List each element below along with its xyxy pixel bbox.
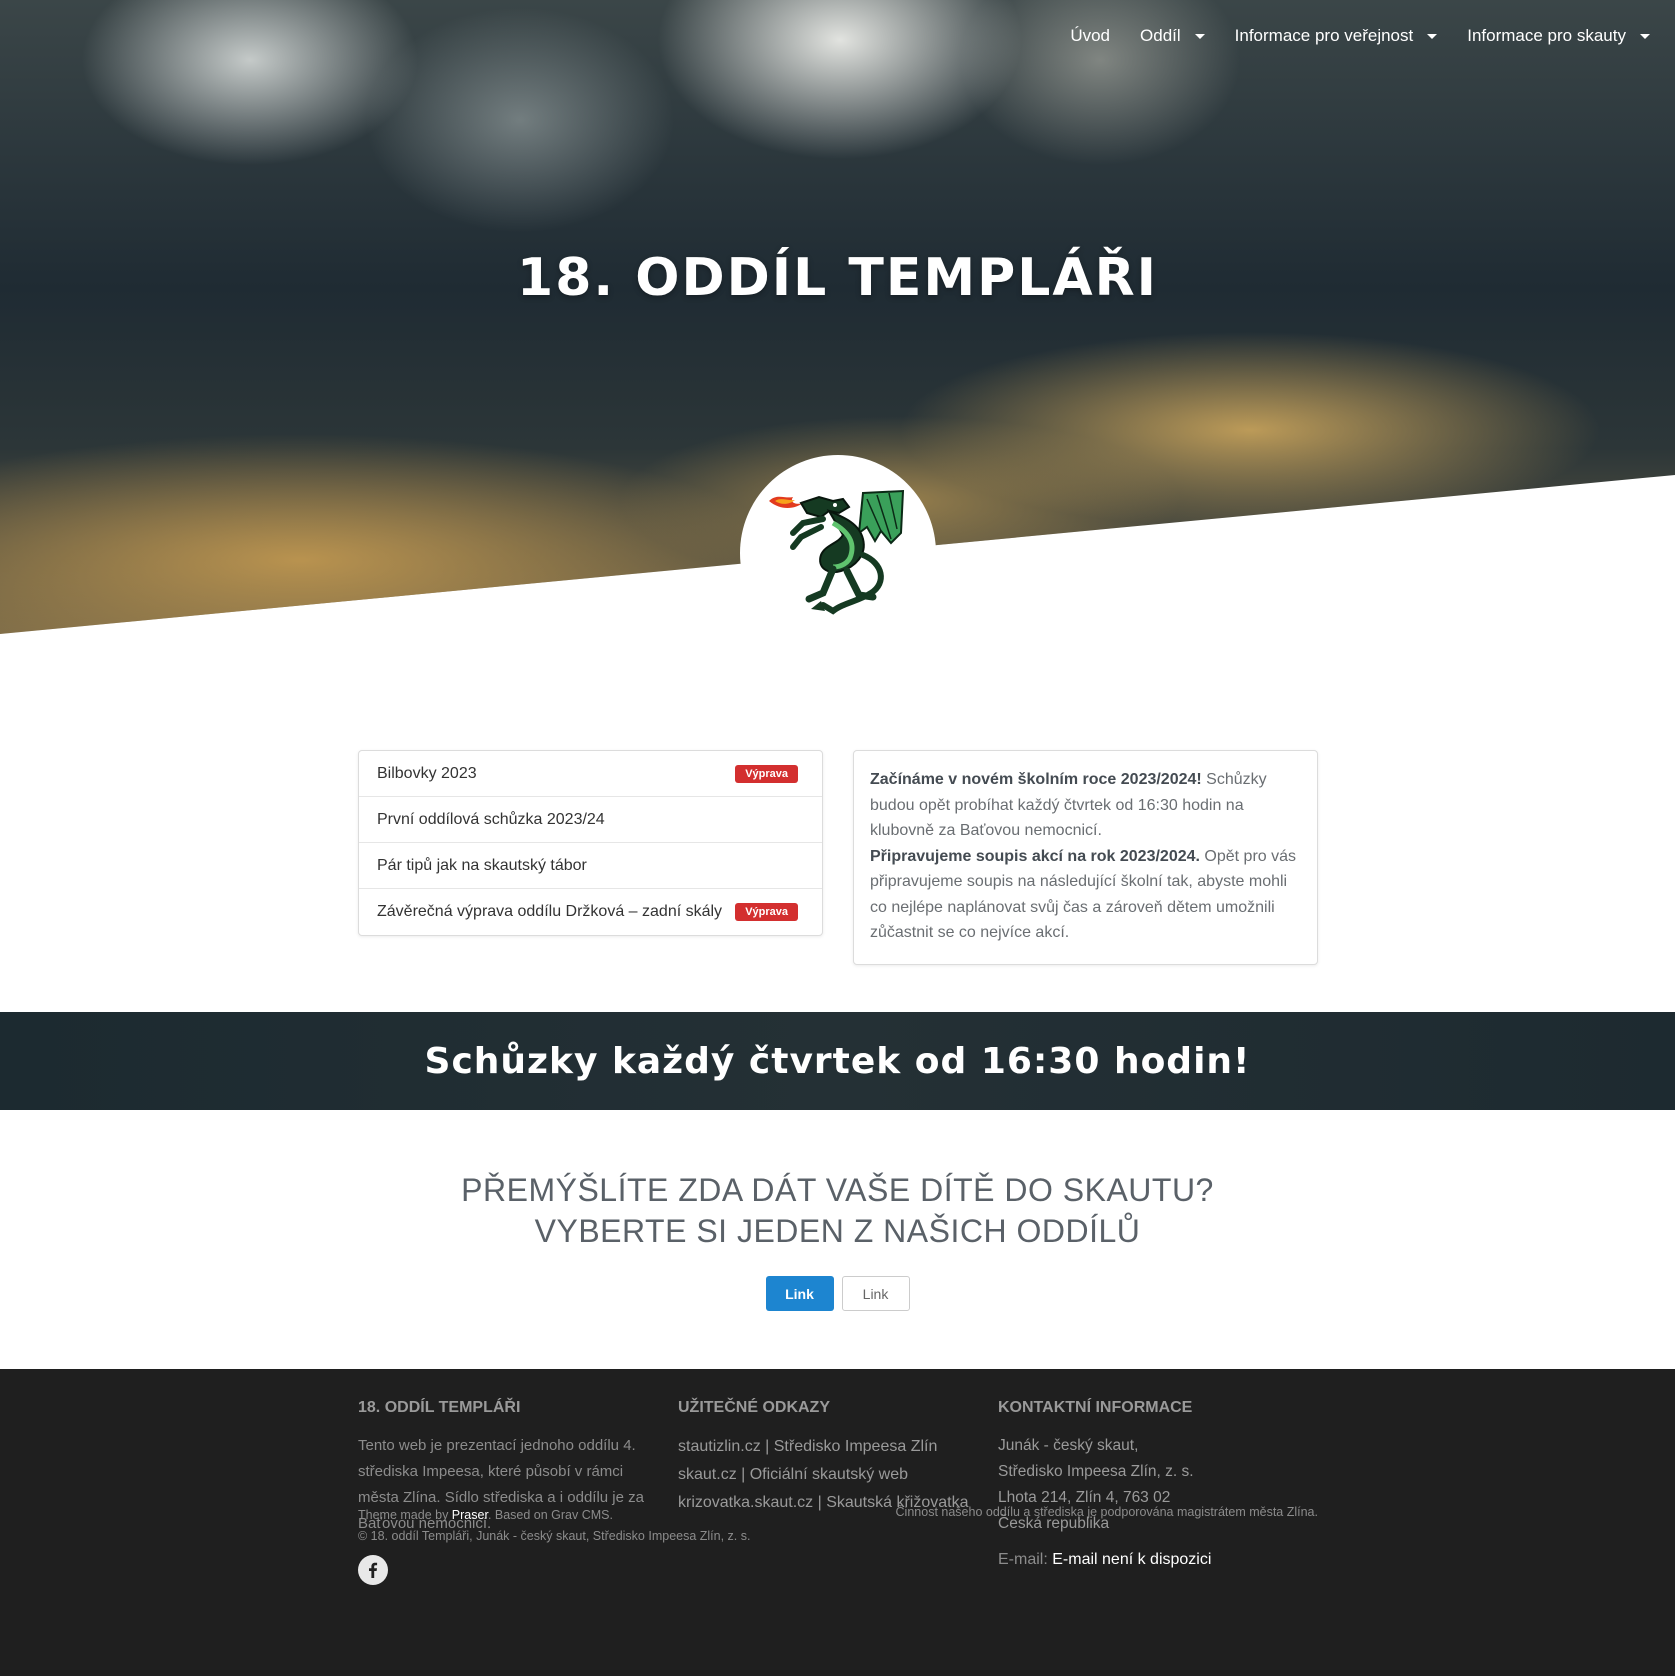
news-item-title: Pár tipů jak na skautský tábor — [377, 856, 587, 874]
footer-heading: UŽITEČNÉ ODKAZY — [678, 1399, 830, 1416]
nav-item-uvod[interactable]: Úvod — [1055, 26, 1125, 46]
footer-credits: Theme made by Praser. Based on Grav CMS.… — [358, 1505, 750, 1547]
contact-address: Junák - český skaut, Středisko Impeesa Z… — [998, 1433, 1318, 1537]
news-item[interactable]: První oddílová schůzka 2023/24 — [359, 797, 822, 843]
address-line: Junák - český skaut, — [998, 1437, 1139, 1454]
cta-subtitle: VYBERTE SI JEDEN Z NAŠICH ODDÍLŮ — [534, 1213, 1141, 1249]
news-list: Bilbovky 2023 Výprava První oddílová sch… — [358, 750, 823, 936]
main-nav: Úvod Oddíl Informace pro veřejnost Infor… — [1055, 26, 1665, 46]
nav-item-label: Informace pro veřejnost — [1234, 26, 1414, 45]
primary-link-button[interactable]: Link — [765, 1276, 834, 1311]
footer-about: 18. ODDÍL TEMPLÁŘI Tento web je prezenta… — [358, 1399, 678, 1585]
contact-email: E-mail: E-mail není k dispozici — [998, 1551, 1318, 1569]
category-badge: Výprava — [735, 764, 798, 783]
caret-down-icon — [1640, 33, 1650, 39]
logo-badge[interactable] — [740, 455, 936, 651]
dragon-logo-icon — [769, 489, 905, 615]
theme-prefix: Theme made by — [358, 1508, 452, 1522]
support-note: Činnost našeho oddílu a střediska je pod… — [895, 1505, 1318, 1519]
cta-question: PŘEMÝŠLÍTE ZDA DÁT VAŠE DÍTĚ DO SKAUTU? — [461, 1172, 1214, 1208]
nav-item-oddil[interactable]: Oddíl — [1125, 26, 1220, 46]
footer-columns: 18. ODDÍL TEMPLÁŘI Tento web je prezenta… — [358, 1399, 1318, 1585]
caret-down-icon — [1427, 33, 1438, 39]
main-content: Bilbovky 2023 Výprava První oddílová sch… — [358, 750, 1318, 965]
nav-item-label: Informace pro skauty — [1467, 26, 1626, 45]
nav-item-verejnost[interactable]: Informace pro veřejnost — [1220, 26, 1453, 46]
cta-section: PŘEMÝŠLÍTE ZDA DÁT VAŠE DÍTĚ DO SKAUTU? … — [0, 1170, 1675, 1311]
address-line: Středisko Impeesa Zlín, z. s. — [998, 1463, 1194, 1480]
news-item-title: Bilbovky 2023 — [377, 764, 477, 782]
news-item-title: Závěrečná výprava oddílu Držková – zadní… — [377, 903, 723, 920]
info-heading: Připravujeme soupis akcí na rok 2023/202… — [870, 847, 1200, 865]
footer-heading: 18. ODDÍL TEMPLÁŘI — [358, 1399, 521, 1416]
info-heading: Začínáme v novém školním roce 2023/2024! — [870, 771, 1202, 788]
category-badge: Výprava — [735, 903, 798, 921]
hero-title: 18. ODDÍL TEMPLÁŘI — [517, 248, 1158, 308]
footer-contact: KONTAKTNÍ INFORMACE Junák - český skaut,… — [998, 1399, 1318, 1585]
footer-link[interactable]: stautizlin.cz | Středisko Impeesa Zlín — [678, 1433, 998, 1461]
news-item[interactable]: Závěrečná výprava oddílu Držková – zadní… — [359, 889, 822, 935]
footer-links: UŽITEČNÉ ODKAZY stautizlin.cz | Středisk… — [678, 1399, 998, 1585]
news-item-title: První oddílová schůzka 2023/24 — [377, 810, 605, 828]
news-item[interactable]: Pár tipů jak na skautský tábor — [359, 843, 822, 889]
meeting-banner-text: Schůzky každý čtvrtek od 16:30 hodin! — [424, 1040, 1251, 1082]
nav-item-skauti[interactable]: Informace pro skauty — [1452, 26, 1665, 46]
email-label: E-mail: — [998, 1551, 1048, 1568]
nav-item-label: Oddíl — [1140, 26, 1181, 45]
theme-suffix: . Based on Grav CMS. — [487, 1508, 613, 1522]
nav-item-label: Úvod — [1070, 26, 1111, 45]
footer-link[interactable]: skaut.cz | Oficiální skautský web — [678, 1461, 998, 1489]
copyright: © 18. oddíl Templáři, Junák - český skau… — [358, 1529, 751, 1543]
facebook-glyph-icon — [369, 1562, 378, 1578]
email-value: E-mail není k dispozici — [1052, 1551, 1212, 1568]
secondary-link-button[interactable]: Link — [841, 1276, 910, 1311]
footer-heading: KONTAKTNÍ INFORMACE — [998, 1399, 1193, 1416]
footer: 18. ODDÍL TEMPLÁŘI Tento web je prezenta… — [0, 1369, 1675, 1676]
info-paragraph: Začínáme v novém školním roce 2023/2024!… — [870, 767, 1301, 844]
cta-buttons: Link Link — [0, 1276, 1675, 1311]
news-item[interactable]: Bilbovky 2023 Výprava — [359, 751, 822, 797]
caret-down-icon — [1194, 33, 1205, 39]
info-paragraph: Připravujeme soupis akcí na rok 2023/202… — [870, 844, 1301, 946]
info-card: Začínáme v novém školním roce 2023/2024!… — [853, 750, 1318, 965]
meeting-banner: Schůzky každý čtvrtek od 16:30 hodin! — [0, 1012, 1675, 1110]
theme-credit: Theme made by Praser. Based on Grav CMS. — [358, 1505, 750, 1526]
theme-author-link[interactable]: Praser — [452, 1508, 488, 1522]
facebook-icon[interactable] — [358, 1555, 388, 1585]
